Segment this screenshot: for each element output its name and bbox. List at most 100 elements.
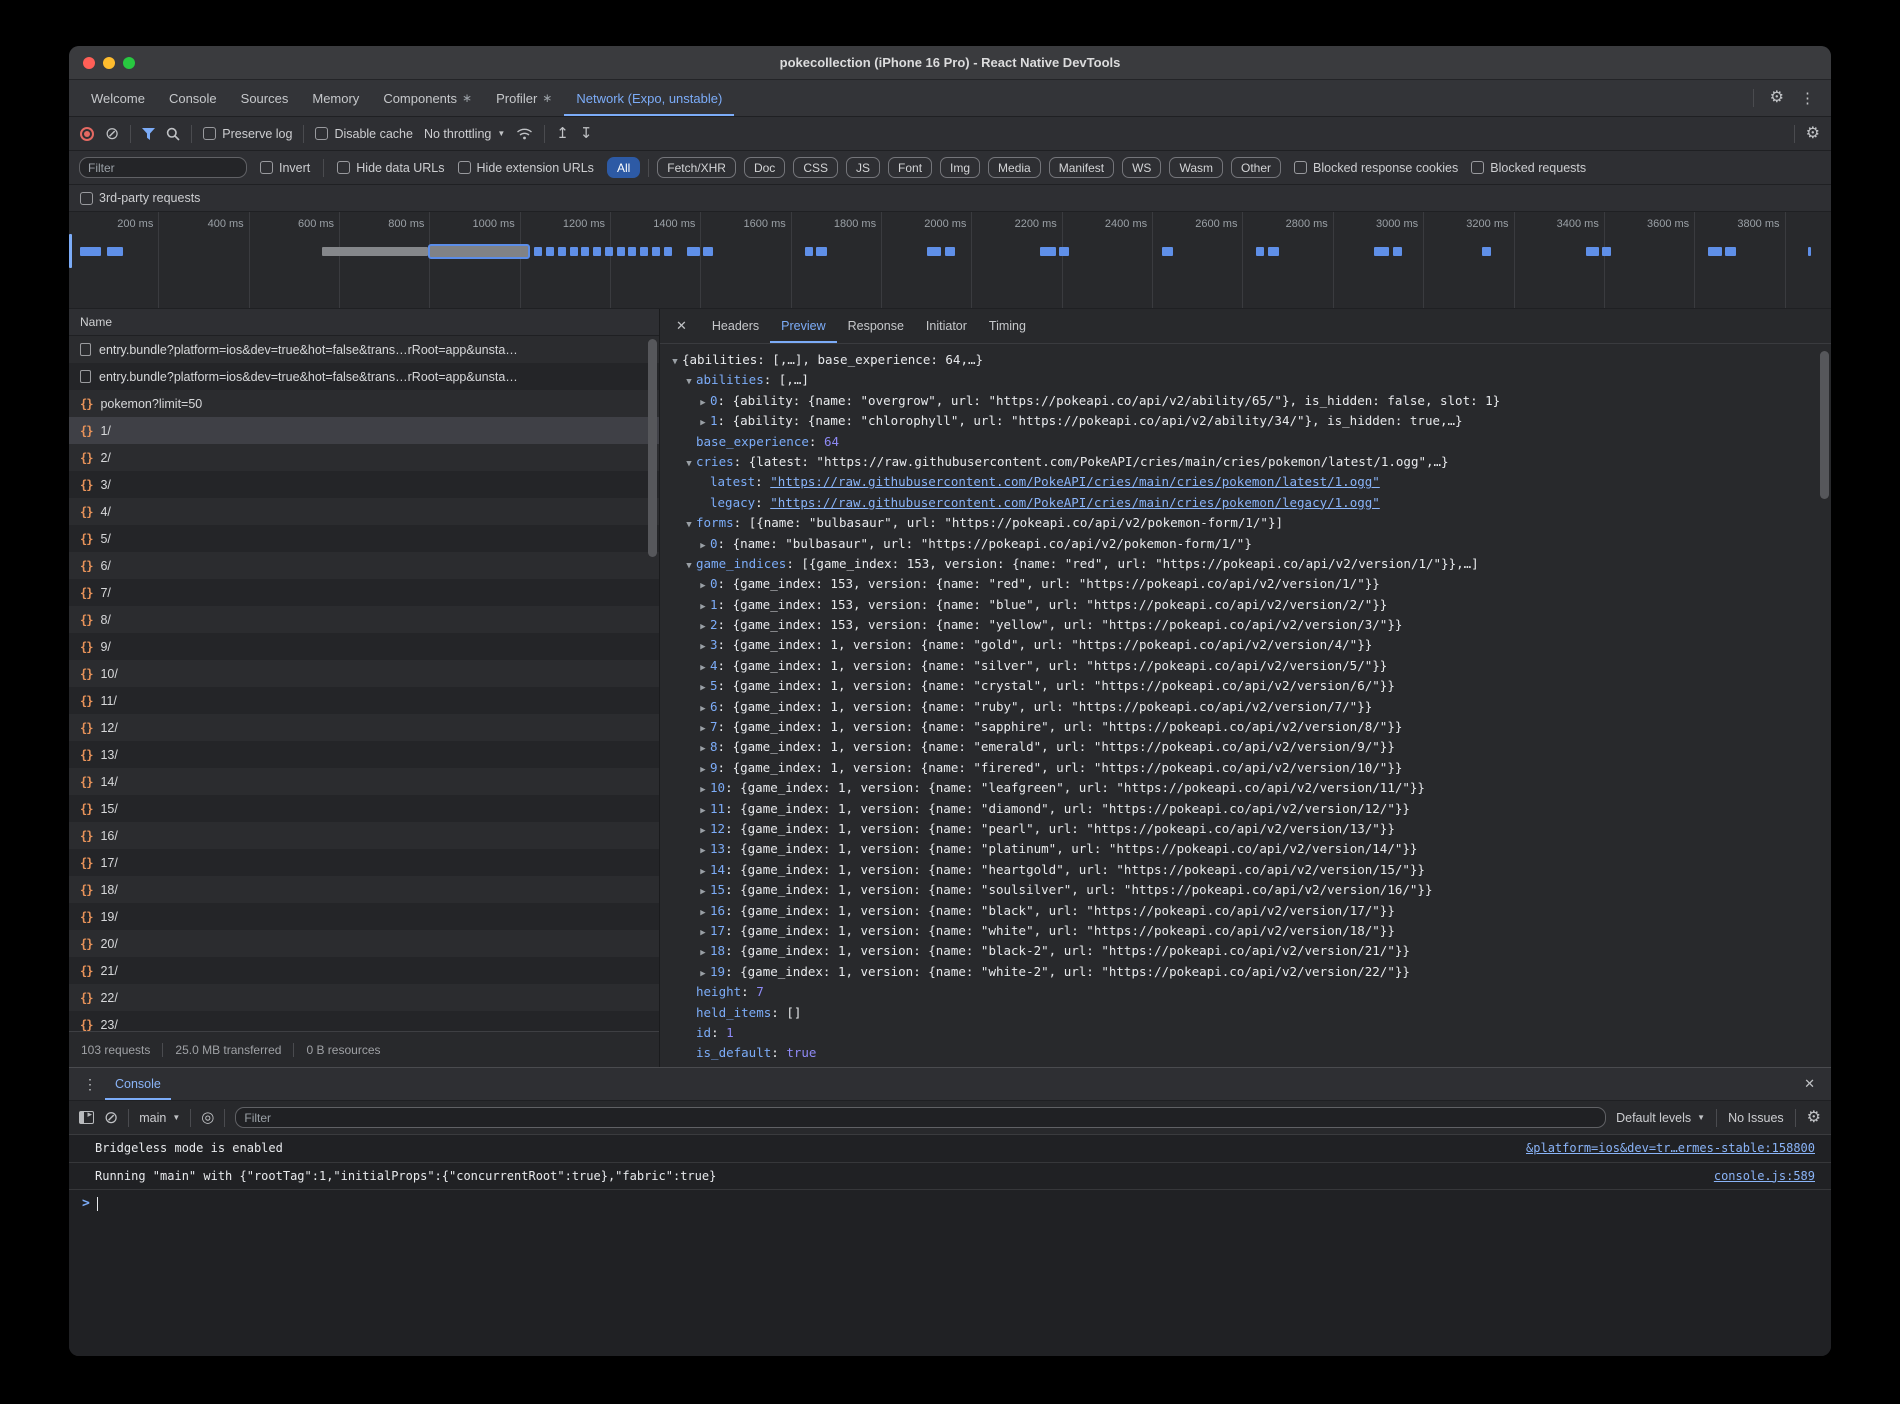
request-row[interactable]: entry.bundle?platform=ios&dev=true&hot=f… (69, 336, 659, 363)
checkbox-box[interactable] (203, 127, 216, 140)
filter-chip-img[interactable]: Img (940, 157, 980, 178)
request-row[interactable]: {}8/ (69, 606, 659, 633)
filter-chip-doc[interactable]: Doc (744, 157, 785, 178)
json-link[interactable]: "https://raw.githubusercontent.com/PokeA… (770, 495, 1380, 510)
request-row[interactable]: {}21/ (69, 957, 659, 984)
checkbox-box[interactable] (458, 161, 471, 174)
tree-collapse-arrow-icon[interactable]: ▶ (696, 719, 710, 739)
tree-collapse-arrow-icon[interactable]: ▶ (696, 923, 710, 943)
request-list-scrollbar[interactable] (648, 339, 657, 557)
clear-network-log-icon[interactable]: ⊘ (105, 125, 119, 142)
request-row[interactable]: {}19/ (69, 903, 659, 930)
request-row[interactable]: {}17/ (69, 849, 659, 876)
throttling-select[interactable]: No throttling ▼ (424, 127, 505, 141)
tree-collapse-arrow-icon[interactable]: ▶ (696, 739, 710, 759)
request-row[interactable]: {}12/ (69, 714, 659, 741)
hide-data-urls-checkbox[interactable]: Hide data URLs (337, 161, 444, 175)
request-row[interactable]: entry.bundle?platform=ios&dev=true&hot=f… (69, 363, 659, 390)
filter-chip-ws[interactable]: WS (1122, 157, 1161, 178)
tree-expand-arrow-icon[interactable]: ▼ (682, 372, 696, 392)
request-row[interactable]: {}15/ (69, 795, 659, 822)
drawer-tab-console[interactable]: Console (105, 1068, 171, 1100)
close-details-icon[interactable]: ✕ (664, 309, 699, 343)
export-har-icon[interactable]: ↧ (580, 126, 593, 141)
tree-expand-arrow-icon[interactable]: ▼ (682, 515, 696, 535)
console-prompt[interactable]: > (69, 1190, 1831, 1218)
issues-counter[interactable]: No Issues (1728, 1111, 1784, 1125)
tab-profiler[interactable]: Profiler∗ (484, 80, 564, 116)
tree-collapse-arrow-icon[interactable]: ▶ (696, 882, 710, 902)
console-sidebar-icon[interactable] (79, 1111, 94, 1124)
more-menu-icon[interactable]: ⋮ (1800, 91, 1815, 106)
log-levels-select[interactable]: Default levels ▼ (1616, 1111, 1705, 1125)
settings-gear-icon[interactable]: ⚙ (1770, 90, 1784, 106)
tab-components[interactable]: Components∗ (371, 80, 484, 116)
console-source-link[interactable]: console.js:589 (1684, 1169, 1815, 1183)
tree-collapse-arrow-icon[interactable]: ▶ (696, 841, 710, 861)
name-column-header[interactable]: Name (69, 309, 659, 336)
record-button[interactable] (80, 127, 94, 141)
tree-collapse-arrow-icon[interactable]: ▶ (696, 637, 710, 657)
request-row[interactable]: {}20/ (69, 930, 659, 957)
console-context-select[interactable]: main ▼ (139, 1111, 180, 1125)
tree-collapse-arrow-icon[interactable]: ▶ (696, 964, 710, 984)
checkbox-box[interactable] (260, 161, 273, 174)
filter-chip-manifest[interactable]: Manifest (1049, 157, 1114, 178)
console-settings-gear-icon[interactable]: ⚙ (1807, 1110, 1821, 1126)
filter-chip-media[interactable]: Media (988, 157, 1041, 178)
tree-expand-arrow-icon[interactable]: ▼ (668, 352, 682, 372)
network-conditions-icon[interactable] (516, 127, 533, 141)
third-party-requests-checkbox[interactable]: 3rd-party requests (80, 191, 200, 205)
request-row[interactable]: {}23/ (69, 1011, 659, 1031)
tree-collapse-arrow-icon[interactable]: ▶ (696, 903, 710, 923)
request-row[interactable]: {}16/ (69, 822, 659, 849)
request-row[interactable]: {}1/ (69, 417, 659, 444)
request-row[interactable]: {}22/ (69, 984, 659, 1011)
tree-collapse-arrow-icon[interactable]: ▶ (696, 413, 710, 433)
tab-sources[interactable]: Sources (229, 80, 301, 116)
checkbox-box[interactable] (1471, 161, 1484, 174)
json-link[interactable]: "https://raw.githubusercontent.com/PokeA… (770, 474, 1380, 489)
tree-collapse-arrow-icon[interactable]: ▶ (696, 821, 710, 841)
tree-expand-arrow-icon[interactable]: ▼ (682, 556, 696, 576)
tree-collapse-arrow-icon[interactable]: ▶ (696, 943, 710, 963)
live-expression-eye-icon[interactable]: ◎ (201, 1110, 214, 1125)
request-row[interactable]: {}7/ (69, 579, 659, 606)
tree-collapse-arrow-icon[interactable]: ▶ (696, 576, 710, 596)
tree-collapse-arrow-icon[interactable]: ▶ (696, 597, 710, 617)
tree-collapse-arrow-icon[interactable]: ▶ (696, 862, 710, 882)
request-row[interactable]: {}3/ (69, 471, 659, 498)
tab-console[interactable]: Console (157, 80, 229, 116)
filter-chip-css[interactable]: CSS (793, 157, 838, 178)
import-har-icon[interactable]: ↥ (556, 126, 569, 141)
request-row[interactable]: {}18/ (69, 876, 659, 903)
close-window-button[interactable] (83, 57, 95, 69)
minimize-window-button[interactable] (103, 57, 115, 69)
checkbox-box[interactable] (80, 192, 93, 205)
checkbox-box[interactable] (315, 127, 328, 140)
tree-collapse-arrow-icon[interactable]: ▶ (696, 678, 710, 698)
invert-checkbox[interactable]: Invert (260, 161, 310, 175)
filter-chip-font[interactable]: Font (888, 157, 932, 178)
request-row[interactable]: {}10/ (69, 660, 659, 687)
tree-collapse-arrow-icon[interactable]: ▶ (696, 658, 710, 678)
tree-expand-arrow-icon[interactable]: ▼ (682, 454, 696, 474)
tree-collapse-arrow-icon[interactable]: ▶ (696, 536, 710, 556)
console-filter-input[interactable] (235, 1107, 1606, 1128)
filter-chip-other[interactable]: Other (1231, 157, 1281, 178)
request-row[interactable]: {}4/ (69, 498, 659, 525)
tree-collapse-arrow-icon[interactable]: ▶ (696, 617, 710, 637)
maximize-window-button[interactable] (123, 57, 135, 69)
request-row[interactable]: {}pokemon?limit=50 (69, 390, 659, 417)
console-source-link[interactable]: &platform=ios&dev=tr…ermes-stable:158800 (1496, 1141, 1815, 1155)
tree-collapse-arrow-icon[interactable]: ▶ (696, 760, 710, 780)
request-row[interactable]: {}2/ (69, 444, 659, 471)
checkbox-box[interactable] (337, 161, 350, 174)
tab-welcome[interactable]: Welcome (79, 80, 157, 116)
filter-chip-fetch-xhr[interactable]: Fetch/XHR (657, 157, 736, 178)
details-tab-response[interactable]: Response (837, 309, 915, 343)
tree-collapse-arrow-icon[interactable]: ▶ (696, 780, 710, 800)
request-row[interactable]: {}13/ (69, 741, 659, 768)
filter-funnel-icon[interactable] (142, 128, 155, 140)
filter-chip-wasm[interactable]: Wasm (1169, 157, 1223, 178)
